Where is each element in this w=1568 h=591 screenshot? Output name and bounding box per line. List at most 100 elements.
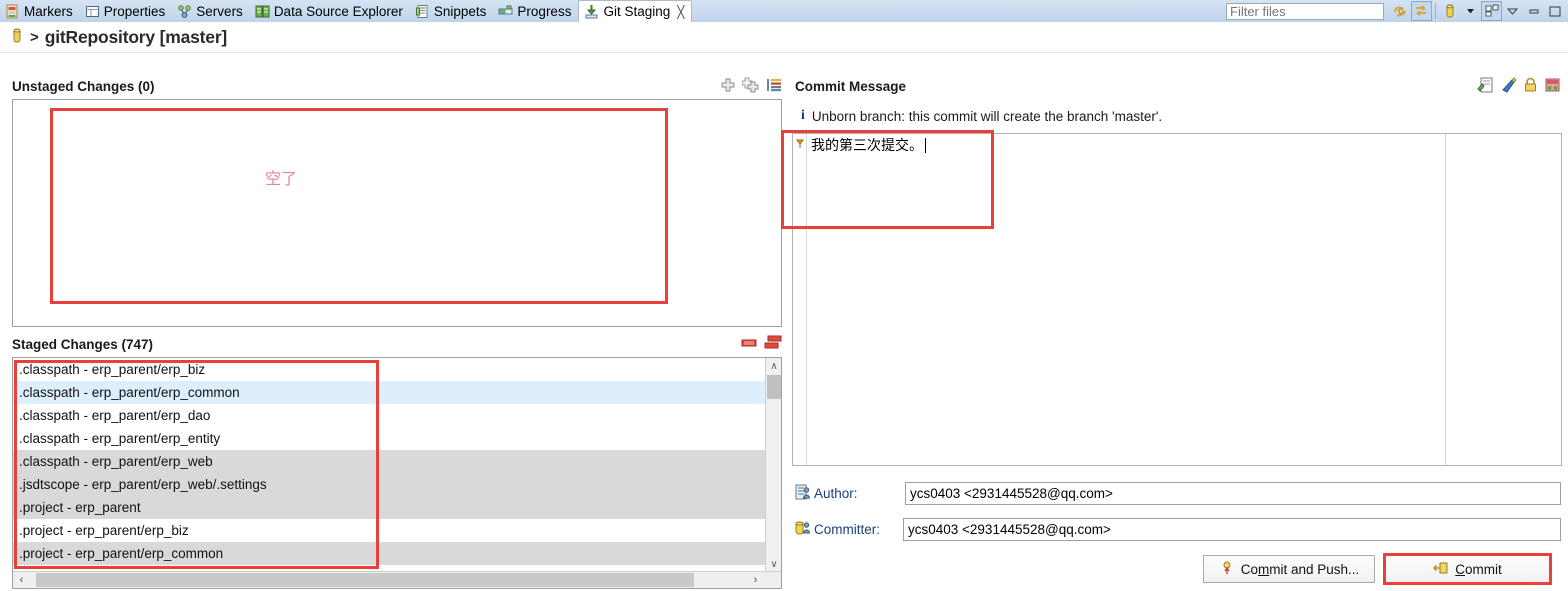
tab-markers[interactable]: Markers xyxy=(0,0,80,22)
tab-progress[interactable]: Progress xyxy=(493,0,578,22)
commit-message-title: Commit Message xyxy=(795,78,907,94)
commit-message-value: 我的第三次提交。 xyxy=(811,138,923,154)
tab-label: Markers xyxy=(24,3,73,19)
commit-label: Commit xyxy=(1455,561,1502,577)
presentation-icon[interactable] xyxy=(1481,1,1502,21)
scroll-up-icon[interactable]: ∧ xyxy=(766,358,781,374)
breadcrumb-separator: > xyxy=(30,28,39,46)
tab-properties[interactable]: Properties xyxy=(80,0,173,22)
staged-changes-title: Staged Changes (747) xyxy=(12,336,154,352)
unstaged-changes-header: Unstaged Changes (0) xyxy=(12,73,782,99)
scroll-down-icon[interactable]: ∨ xyxy=(766,556,781,572)
quick-fix-marker-icon xyxy=(796,137,804,148)
editor-gutter xyxy=(793,134,807,465)
commit-and-push-button[interactable]: Commit and Push... xyxy=(1203,555,1375,583)
staged-list-item[interactable]: .jsdtscope - erp_parent/erp_web/.setting… xyxy=(13,473,781,496)
repository-icon xyxy=(10,27,24,48)
sign-commit-icon[interactable] xyxy=(1523,77,1538,96)
staged-list-item[interactable]: .project - erp_parent/erp_common xyxy=(13,542,781,565)
presentation-menu-icon[interactable] xyxy=(766,77,782,96)
scroll-thumb-vertical[interactable] xyxy=(767,375,781,399)
author-input[interactable]: ycs0403 <2931445528@qq.com> xyxy=(905,482,1561,505)
committer-label: Committer: xyxy=(814,522,881,537)
scroll-left-icon[interactable]: ‹ xyxy=(13,572,30,588)
staged-list-item[interactable]: .classpath - erp_parent/erp_common xyxy=(13,381,781,404)
minimize-icon[interactable] xyxy=(1523,1,1544,21)
staged-toolbar xyxy=(741,335,782,354)
staged-list-item[interactable]: .classpath - erp_parent/erp_biz xyxy=(13,358,781,381)
author-row: Author: ycs0403 <2931445528@qq.com> xyxy=(795,481,1561,506)
info-icon: i xyxy=(801,108,805,123)
committer-row: Committer: ycs0403 <2931445528@qq.com> xyxy=(795,517,1561,542)
unstaged-changes-list[interactable] xyxy=(12,99,782,327)
servers-icon xyxy=(177,4,192,19)
page-title: gitRepository [master] xyxy=(44,26,228,47)
tab-snippets[interactable]: Snippets xyxy=(410,0,494,22)
view-toolbar xyxy=(1226,0,1568,22)
tab-servers[interactable]: Servers xyxy=(172,0,250,22)
toolbar-separator xyxy=(1435,3,1436,19)
commit-message-editor[interactable]: 我的第三次提交。 xyxy=(792,133,1562,466)
unstage-all-icon[interactable] xyxy=(764,335,782,354)
staged-list-item[interactable]: .project - erp_parent/erp_biz xyxy=(13,519,781,542)
git-staging-icon xyxy=(584,4,599,19)
commit-message-header: Commit Message xyxy=(795,73,1561,99)
tab-data-source-explorer[interactable]: Data Source Explorer xyxy=(250,0,410,22)
tab-label: Git Staging xyxy=(603,4,671,19)
tab-label: Properties xyxy=(103,3,166,19)
committer-input[interactable]: ycs0403 <2931445528@qq.com> xyxy=(903,518,1561,541)
scroll-right-icon[interactable]: › xyxy=(747,572,764,588)
commit-message-toolbar xyxy=(1477,76,1561,96)
author-icon xyxy=(795,484,811,503)
staged-changes-list[interactable]: .classpath - erp_parent/erp_biz .classpat… xyxy=(12,357,782,589)
staged-vertical-scrollbar[interactable]: ∧ ∨ xyxy=(765,358,781,572)
push-icon xyxy=(1219,560,1235,579)
progress-icon xyxy=(498,4,513,19)
refresh-icon[interactable] xyxy=(1390,1,1411,21)
author-label-group: Author: xyxy=(795,484,903,503)
commit-button[interactable]: Commit xyxy=(1385,555,1550,583)
snippets-icon xyxy=(415,4,430,19)
staged-list-item[interactable]: .classpath - erp_parent/erp_dao xyxy=(13,404,781,427)
tab-label: Data Source Explorer xyxy=(273,3,403,19)
staged-list-item[interactable]: .project - erp_parent xyxy=(13,496,781,519)
staged-list-item[interactable]: .classpath - erp_parent/erp_entity xyxy=(13,427,781,450)
unborn-branch-info: i Unborn branch: this commit will create… xyxy=(795,105,1555,127)
close-icon[interactable]: ╳ xyxy=(677,5,684,19)
filter-files-input[interactable] xyxy=(1226,2,1384,20)
markers-icon xyxy=(5,4,20,19)
repository-icon[interactable] xyxy=(1439,1,1460,21)
committer-icon xyxy=(795,520,811,539)
staged-changes-header: Staged Changes (747) xyxy=(12,331,782,357)
staged-rows-container: .classpath - erp_parent/erp_biz .classpat… xyxy=(13,358,781,565)
add-change-id-icon[interactable] xyxy=(1544,77,1561,96)
staged-list-item[interactable]: .classpath - erp_parent/erp_web xyxy=(13,450,781,473)
breadcrumb: > gitRepository [master] xyxy=(0,22,1568,53)
unstaged-changes-title: Unstaged Changes (0) xyxy=(12,78,155,94)
tab-label: Progress xyxy=(517,3,572,19)
stage-all-icon[interactable] xyxy=(741,77,760,96)
committer-label-group: Committer: xyxy=(795,520,903,539)
commit-message-text[interactable]: 我的第三次提交。 xyxy=(811,137,1559,155)
properties-icon xyxy=(85,4,100,19)
commit-and-push-label: Commit and Push... xyxy=(1240,561,1360,577)
tab-label: Snippets xyxy=(433,3,487,19)
unstage-selected-icon[interactable] xyxy=(741,336,758,353)
link-selection-icon[interactable] xyxy=(1411,1,1432,21)
annotation-empty-note: 空了 xyxy=(265,169,298,188)
view-menu-icon[interactable] xyxy=(1502,1,1523,21)
amend-commit-icon[interactable] xyxy=(1477,77,1494,96)
tab-label: Servers xyxy=(196,3,243,19)
signed-off-icon[interactable] xyxy=(1500,76,1517,96)
stage-selected-icon[interactable] xyxy=(720,77,736,96)
tab-git-staging[interactable]: Git Staging ╳ xyxy=(578,0,693,22)
unstaged-toolbar xyxy=(720,77,782,96)
dropdown-arrow-icon[interactable] xyxy=(1460,1,1481,21)
maximize-icon[interactable] xyxy=(1544,1,1565,21)
scrollbar-corner xyxy=(764,572,781,588)
staged-horizontal-scrollbar[interactable]: ‹ › xyxy=(13,571,781,588)
scroll-thumb-horizontal[interactable] xyxy=(36,573,694,587)
margin-guide-line xyxy=(1445,134,1446,465)
data-source-explorer-icon xyxy=(255,4,270,19)
unborn-branch-text: Unborn branch: this commit will create t… xyxy=(811,108,1163,124)
